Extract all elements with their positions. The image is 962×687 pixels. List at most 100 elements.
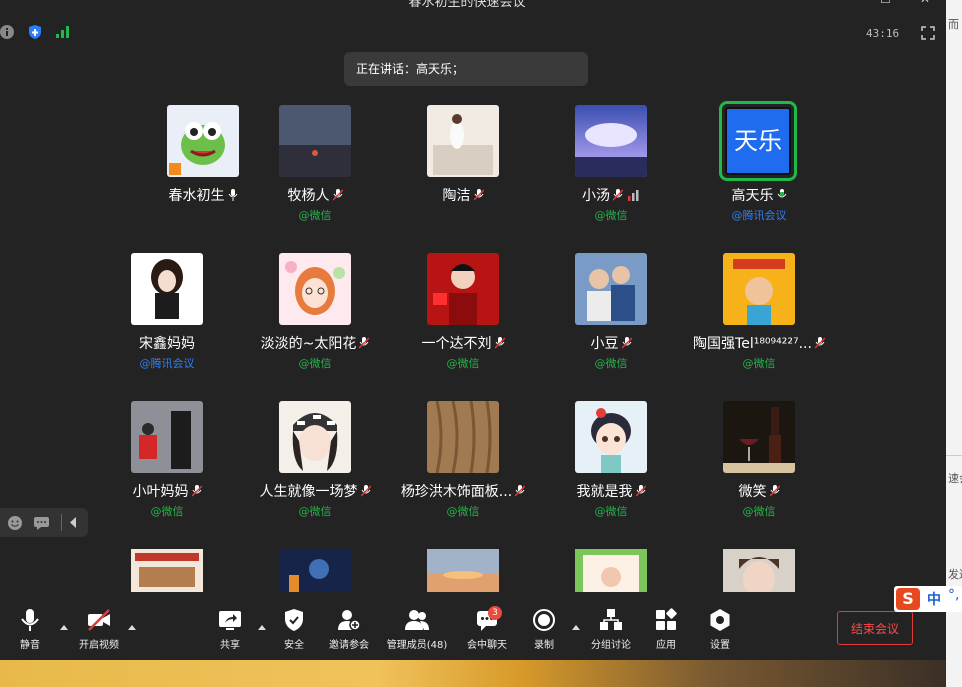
meeting-window: 春水初生的快速会议 — ☐ ✕ 43:16 正在讲话：高天乐； 春水初生 牧杨人…	[0, 0, 946, 660]
participant-source: @微信	[594, 209, 628, 222]
share-screen-icon	[219, 611, 241, 630]
name-text: 人生就像一场梦	[259, 484, 358, 500]
start-video-button[interactable]: 开启视频	[64, 608, 134, 651]
video-off-icon	[88, 609, 110, 631]
floating-chat-bar	[0, 508, 88, 537]
record-icon	[533, 609, 555, 631]
participant-name: 淡淡的~太阳花	[231, 333, 399, 353]
share-button[interactable]: 共享	[195, 608, 265, 651]
mic-muted-icon	[359, 337, 370, 349]
emoji-icon[interactable]	[7, 515, 23, 531]
participant-tile[interactable]: 小叶妈妈 @微信	[93, 395, 241, 535]
mic-muted-icon	[332, 189, 343, 201]
avatar	[575, 105, 647, 177]
name-text: 陶国强Tel¹⁸⁰⁹⁴²²⁷...	[693, 336, 812, 352]
close-button[interactable]: ✕	[920, 0, 930, 6]
name-text: 小豆	[590, 336, 619, 352]
fullscreen-icon[interactable]	[921, 26, 935, 40]
mute-button[interactable]: 静音	[0, 608, 65, 651]
end-meeting-button[interactable]: 结束会议	[837, 611, 913, 645]
video-options-caret[interactable]	[128, 625, 136, 630]
participant-tile[interactable]: 人生就像一场梦 @微信	[241, 395, 389, 535]
share-label: 共享	[220, 640, 240, 651]
participant-tile[interactable]: 杨珍洪木饰面板... @微信	[389, 395, 537, 535]
settings-button[interactable]: 设置	[685, 608, 755, 651]
invite-button[interactable]: 邀请参会	[314, 608, 384, 651]
minimize-button[interactable]: —	[842, 0, 854, 6]
side-text-mid: 速会	[948, 472, 962, 485]
name-text: 陶洁	[442, 188, 471, 204]
avatar[interactable]	[131, 549, 203, 592]
participant-name: 小汤	[527, 185, 695, 205]
ime-mode-label[interactable]: 中	[927, 589, 941, 609]
maximize-button[interactable]: ☐	[880, 0, 891, 6]
name-text: 春水初生	[168, 188, 225, 204]
manage-members-button[interactable]: 管理成员(48)	[382, 608, 452, 651]
avatar	[575, 401, 647, 473]
avatar	[167, 105, 239, 177]
meeting-timer: 43:16	[866, 27, 900, 40]
avatar	[427, 401, 499, 473]
participant-source: @微信	[298, 505, 332, 518]
avatar	[723, 253, 795, 325]
avatar	[279, 401, 351, 473]
chat-unread-badge: 3	[488, 606, 502, 620]
add-user-icon	[338, 610, 361, 631]
start-video-label: 开启视频	[79, 640, 119, 651]
background-window-strip: 而 速会 发送	[946, 0, 962, 687]
participant-source: @微信	[594, 357, 628, 370]
collapse-left-icon[interactable]	[69, 517, 77, 528]
punctuation-icon[interactable]: °,	[948, 587, 959, 603]
mic-muted-icon	[613, 189, 623, 201]
ime-toolbar: S 中 °,	[894, 586, 962, 612]
participant-source: @腾讯会议	[731, 209, 787, 222]
participant-name: 陶国强Tel¹⁸⁰⁹⁴²²⁷...	[675, 333, 843, 353]
participant-tile[interactable]: 淡淡的~太阳花 @微信	[241, 247, 389, 387]
avatar[interactable]	[427, 549, 499, 592]
invite-label: 邀请参会	[329, 640, 369, 651]
security-shield-icon[interactable]	[27, 24, 43, 40]
participant-tile[interactable]: 一个达不刘 @微信	[389, 247, 537, 387]
window-title: 春水初生的快速会议	[408, 0, 526, 10]
participant-tile[interactable]: 微笑 @微信	[685, 395, 833, 535]
participant-source: @微信	[298, 357, 332, 370]
avatar	[427, 253, 499, 325]
participant-tile[interactable]: 宋鑫妈妈 @腾讯会议	[93, 247, 241, 387]
avatar[interactable]	[723, 549, 795, 592]
participant-tile[interactable]: 陶洁	[389, 99, 537, 239]
participant-tile[interactable]: 小汤 @微信	[537, 99, 685, 239]
chat-bubble-icon[interactable]	[33, 515, 50, 531]
name-text: 杨珍洪木饰面板...	[400, 484, 513, 500]
participant-tile[interactable]: 陶国强Tel¹⁸⁰⁹⁴²²⁷... @微信	[685, 247, 833, 387]
side-text-low: 发送	[948, 568, 962, 581]
mic-muted-icon	[769, 485, 780, 497]
participant-source: @微信	[742, 357, 776, 370]
record-button[interactable]: 录制	[509, 608, 579, 651]
participant-source: @腾讯会议	[139, 357, 195, 370]
name-text: 小叶妈妈	[132, 484, 189, 500]
side-text-top: 而	[948, 18, 959, 31]
record-label: 录制	[534, 640, 554, 651]
name-text: 一个达不刘	[421, 336, 492, 352]
participant-source: @微信	[150, 505, 184, 518]
signal-icon[interactable]	[55, 24, 71, 40]
mic-muted-icon	[494, 337, 505, 349]
sogou-logo-icon[interactable]: S	[896, 588, 920, 610]
participant-tile[interactable]: 我就是我 @微信	[537, 395, 685, 535]
participant-name: 小豆	[527, 333, 695, 353]
participant-tile[interactable]: 牧杨人 @微信	[241, 99, 389, 239]
avatar	[131, 253, 203, 325]
participant-name: 高天乐	[675, 185, 843, 205]
mic-muted-icon	[814, 337, 825, 349]
avatar	[131, 401, 203, 473]
participant-source: @微信	[446, 505, 480, 518]
participant-source: @微信	[594, 505, 628, 518]
info-icon[interactable]	[0, 24, 16, 40]
mic-muted-icon	[635, 485, 646, 497]
participant-tile[interactable]: 小豆 @微信	[537, 247, 685, 387]
avatar[interactable]	[279, 549, 351, 592]
participant-tile-active-speaker[interactable]: 天乐 高天乐 @腾讯会议	[685, 99, 833, 239]
participant-source: @微信	[742, 505, 776, 518]
avatar[interactable]	[575, 549, 647, 592]
mic-active-icon	[777, 189, 786, 198]
